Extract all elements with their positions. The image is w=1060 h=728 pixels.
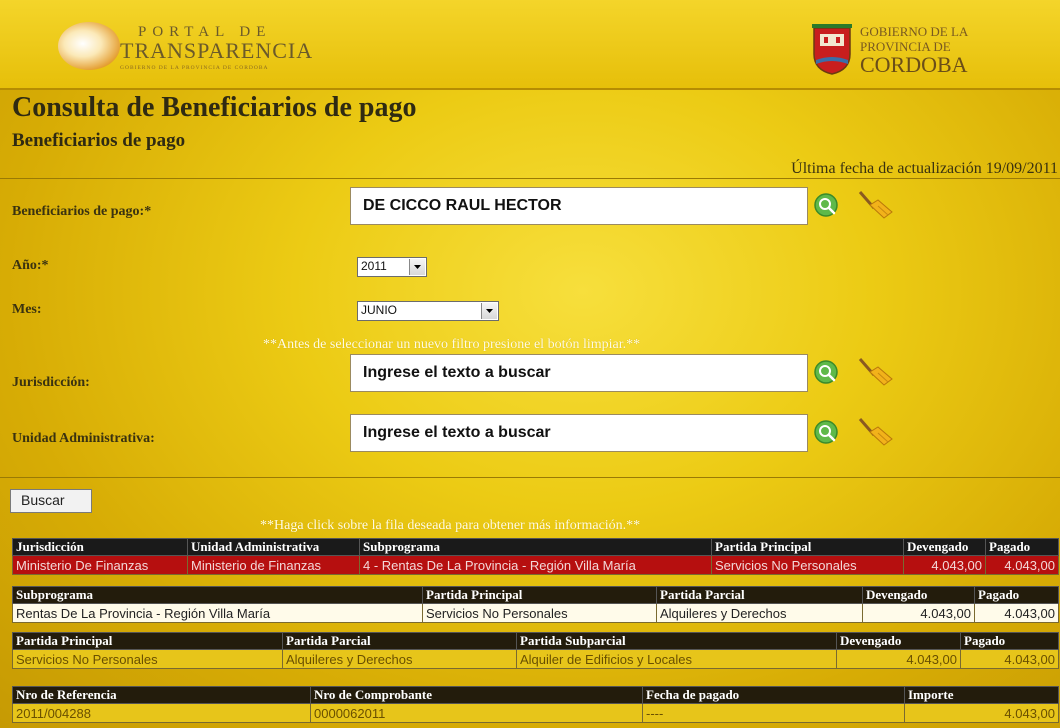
anio-label: Año:* — [12, 258, 49, 273]
col-header: Partida Principal — [711, 538, 904, 556]
results-table: Jurisdicción Unidad Administrativa Subpr… — [12, 538, 1059, 575]
clear-jurisdiccion-button[interactable] — [852, 355, 898, 391]
last-update-text: Última fecha de actualización 19/09/2011 — [791, 160, 1058, 177]
col-header: Subprograma — [12, 586, 423, 604]
col-header: Nro de Comprobante — [310, 686, 643, 704]
table-cell[interactable]: 2011/004288 — [12, 703, 311, 723]
table-row[interactable]: Ministerio De Finanzas Ministerio de Fin… — [12, 555, 1059, 575]
map-icon — [58, 22, 120, 70]
col-header: Partida Principal — [422, 586, 657, 604]
col-header: Importe — [904, 686, 1059, 704]
table-header-row: Subprograma Partida Principal Partida Pa… — [12, 586, 1059, 604]
table-cell[interactable]: 0000062011 — [310, 703, 643, 723]
mes-select[interactable]: JUNIO — [357, 301, 499, 321]
table-cell[interactable]: Servicios No Personales — [12, 649, 283, 669]
mes-label: Mes: — [12, 302, 42, 317]
divider — [0, 178, 1060, 179]
table-row[interactable]: Rentas De La Provincia - Región Villa Ma… — [12, 603, 1059, 623]
table-cell[interactable]: 4.043,00 — [904, 703, 1059, 723]
chevron-down-icon — [409, 259, 425, 275]
anio-select-value: 2011 — [361, 259, 387, 273]
divider — [0, 477, 1060, 478]
search-jurisdiccion-button[interactable] — [806, 355, 850, 391]
gov-line-1: GOBIERNO DE LA — [860, 24, 969, 39]
portal-transparencia-logo[interactable]: PORTAL DE TRANSPARENCIA GOBIERNO DE LA P… — [58, 18, 312, 74]
coat-of-arms-icon — [812, 24, 852, 75]
logo-line-3: GOBIERNO DE LA PROVINCIA DE CORDOBA — [120, 65, 269, 71]
col-header: Devengado — [862, 586, 975, 604]
logo-line-2: TRANSPARENCIA — [120, 38, 314, 63]
table-cell[interactable]: 4.043,00 — [985, 555, 1059, 575]
col-header: Partida Subparcial — [516, 632, 837, 650]
col-header: Devengado — [836, 632, 961, 650]
clear-unidad-button[interactable] — [852, 415, 898, 451]
subprograma-table: Subprograma Partida Principal Partida Pa… — [12, 586, 1059, 623]
unidad-label: Unidad Administrativa: — [12, 431, 155, 446]
table-row[interactable]: 2011/004288 0000062011 ---- 4.043,00 — [12, 703, 1059, 723]
jurisdiccion-label: Jurisdicción: — [12, 375, 90, 390]
clear-beneficiario-button[interactable] — [852, 188, 898, 224]
search-unidad-button[interactable] — [806, 415, 850, 451]
col-header: Unidad Administrativa — [187, 538, 360, 556]
buscar-button[interactable]: Buscar — [10, 489, 92, 513]
search-icon — [814, 360, 838, 384]
table-cell[interactable]: Ministerio de Finanzas — [187, 555, 360, 575]
col-header: Devengado — [903, 538, 986, 556]
table-header-row: Partida Principal Partida Parcial Partid… — [12, 632, 1059, 650]
anio-select[interactable]: 2011 — [357, 257, 427, 277]
broom-icon — [858, 358, 893, 386]
header-divider — [0, 88, 1060, 90]
table-cell[interactable]: Alquiler de Edificios y Locales — [516, 649, 837, 669]
search-icon — [814, 193, 838, 217]
col-header: Pagado — [985, 538, 1059, 556]
table-cell[interactable]: 4.043,00 — [903, 555, 986, 575]
col-header: Partida Parcial — [656, 586, 863, 604]
col-header: Nro de Referencia — [12, 686, 311, 704]
col-header: Subprograma — [359, 538, 712, 556]
jurisdiccion-input[interactable]: Ingrese el texto a buscar — [350, 354, 808, 392]
unidad-input[interactable]: Ingrese el texto a buscar — [350, 414, 808, 452]
table-cell[interactable]: Servicios No Personales — [422, 603, 657, 623]
col-header: Fecha de pagado — [642, 686, 905, 704]
table-cell[interactable]: 4 - Rentas De La Provincia - Región Vill… — [359, 555, 712, 575]
click-notice: **Haga click sobre la fila deseada para … — [260, 518, 641, 533]
table-header-row: Jurisdicción Unidad Administrativa Subpr… — [12, 538, 1059, 556]
partida-table: Partida Principal Partida Parcial Partid… — [12, 632, 1059, 669]
col-header: Pagado — [960, 632, 1059, 650]
col-header: Pagado — [974, 586, 1059, 604]
table-cell[interactable]: ---- — [642, 703, 905, 723]
chevron-down-icon — [481, 303, 497, 319]
table-row[interactable]: Servicios No Personales Alquileres y Der… — [12, 649, 1059, 669]
table-cell[interactable]: Alquileres y Derechos — [656, 603, 863, 623]
col-header: Jurisdicción — [12, 538, 188, 556]
gobierno-cordoba-logo[interactable]: GOBIERNO DE LA PROVINCIA DE CORDOBA — [812, 16, 1012, 82]
broom-icon — [858, 191, 893, 219]
table-cell[interactable]: 4.043,00 — [836, 649, 961, 669]
table-cell[interactable]: Rentas De La Provincia - Región Villa Ma… — [12, 603, 423, 623]
page-title: Consulta de Beneficiarios de pago — [12, 92, 417, 123]
table-cell[interactable]: Alquileres y Derechos — [282, 649, 517, 669]
comprobante-table: Nro de Referencia Nro de Comprobante Fec… — [12, 686, 1059, 723]
beneficiario-input[interactable]: DE CICCO RAUL HECTOR — [350, 187, 808, 225]
table-cell[interactable]: Ministerio De Finanzas — [12, 555, 188, 575]
broom-icon — [858, 418, 893, 446]
table-cell[interactable]: 4.043,00 — [862, 603, 975, 623]
col-header: Partida Parcial — [282, 632, 517, 650]
filter-notice: **Antes de seleccionar un nuevo filtro p… — [263, 337, 641, 352]
search-icon — [814, 420, 838, 444]
table-cell[interactable]: 4.043,00 — [974, 603, 1059, 623]
gov-line-3: CORDOBA — [860, 52, 968, 77]
mes-select-value: JUNIO — [361, 303, 397, 317]
table-header-row: Nro de Referencia Nro de Comprobante Fec… — [12, 686, 1059, 704]
beneficiario-label: Beneficiarios de pago:* — [12, 204, 152, 219]
table-cell[interactable]: 4.043,00 — [960, 649, 1059, 669]
col-header: Partida Principal — [12, 632, 283, 650]
table-cell[interactable]: Servicios No Personales — [711, 555, 904, 575]
search-beneficiario-button[interactable] — [806, 188, 850, 224]
page-subtitle: Beneficiarios de pago — [12, 130, 186, 151]
